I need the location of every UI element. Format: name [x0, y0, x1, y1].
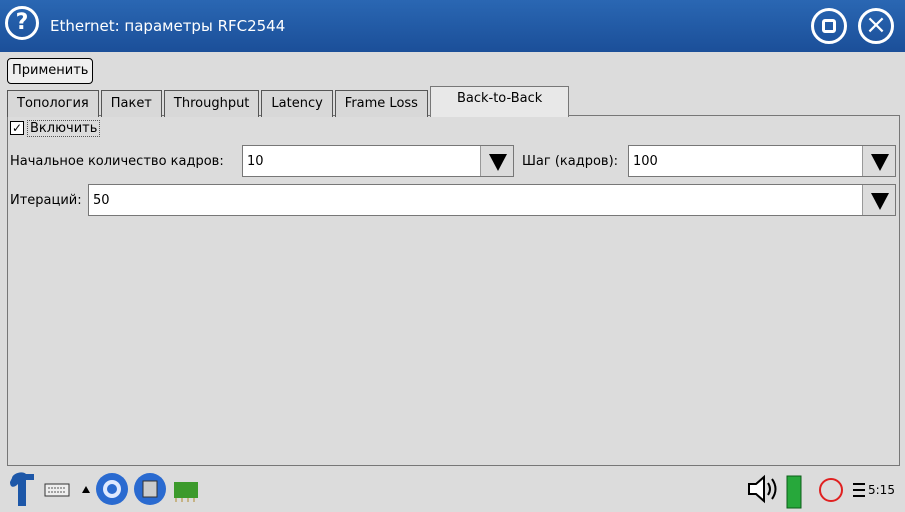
clock: 5:15 — [868, 483, 895, 497]
close-button[interactable]: × — [858, 8, 894, 44]
step-label: Шаг (кадров): — [522, 154, 619, 169]
up-arrow-icon[interactable] — [82, 486, 90, 494]
speaker-icon[interactable] — [745, 474, 779, 504]
dropdown-arrow-icon[interactable] — [480, 146, 513, 176]
taskbar: 5:15 — [0, 466, 905, 512]
network-globe-icon[interactable] — [94, 471, 130, 507]
file-manager-icon[interactable] — [132, 471, 168, 507]
dropdown-arrow-icon[interactable] — [862, 185, 895, 215]
iterations-select[interactable]: 50 — [88, 184, 896, 216]
tab-packet[interactable]: Пакет — [100, 90, 162, 117]
network-card-icon[interactable] — [172, 476, 204, 504]
tab-bar: Топология Пакет Throughput Latency Frame… — [7, 86, 571, 117]
title-bar: ? Ethernet: параметры RFC2544 × — [0, 0, 905, 52]
apply-button[interactable]: Применить — [7, 58, 94, 84]
tab-frame-loss[interactable]: Frame Loss — [334, 90, 428, 117]
step-select[interactable]: 100 — [628, 145, 896, 177]
dropdown-arrow-icon[interactable] — [862, 146, 895, 176]
maximize-button[interactable] — [811, 8, 847, 44]
initial-frames-select[interactable]: 10 — [242, 145, 514, 177]
record-icon[interactable] — [818, 476, 846, 506]
enable-label[interactable]: Включить — [27, 120, 101, 137]
tab-topology[interactable]: Топология — [7, 90, 99, 117]
step-value: 100 — [633, 154, 658, 169]
initial-frames-value: 10 — [247, 154, 264, 169]
tab-throughput[interactable]: Throughput — [163, 90, 260, 117]
tab-back-to-back[interactable]: Back-to-Back — [429, 86, 570, 117]
enable-checkbox[interactable]: ✓ — [10, 121, 24, 135]
help-icon[interactable]: ? — [5, 6, 39, 40]
initial-frames-label: Начальное количество кадров: — [10, 154, 224, 169]
start-menu-icon[interactable] — [4, 470, 42, 510]
iterations-value: 50 — [93, 193, 110, 208]
battery-icon — [786, 475, 802, 509]
status-icon — [853, 483, 865, 497]
tab-latency[interactable]: Latency — [261, 90, 333, 117]
window-title: Ethernet: параметры RFC2544 — [50, 17, 286, 35]
toolbar: Применить — [0, 52, 905, 86]
keyboard-icon[interactable] — [44, 482, 70, 498]
iterations-label: Итераций: — [10, 193, 82, 208]
